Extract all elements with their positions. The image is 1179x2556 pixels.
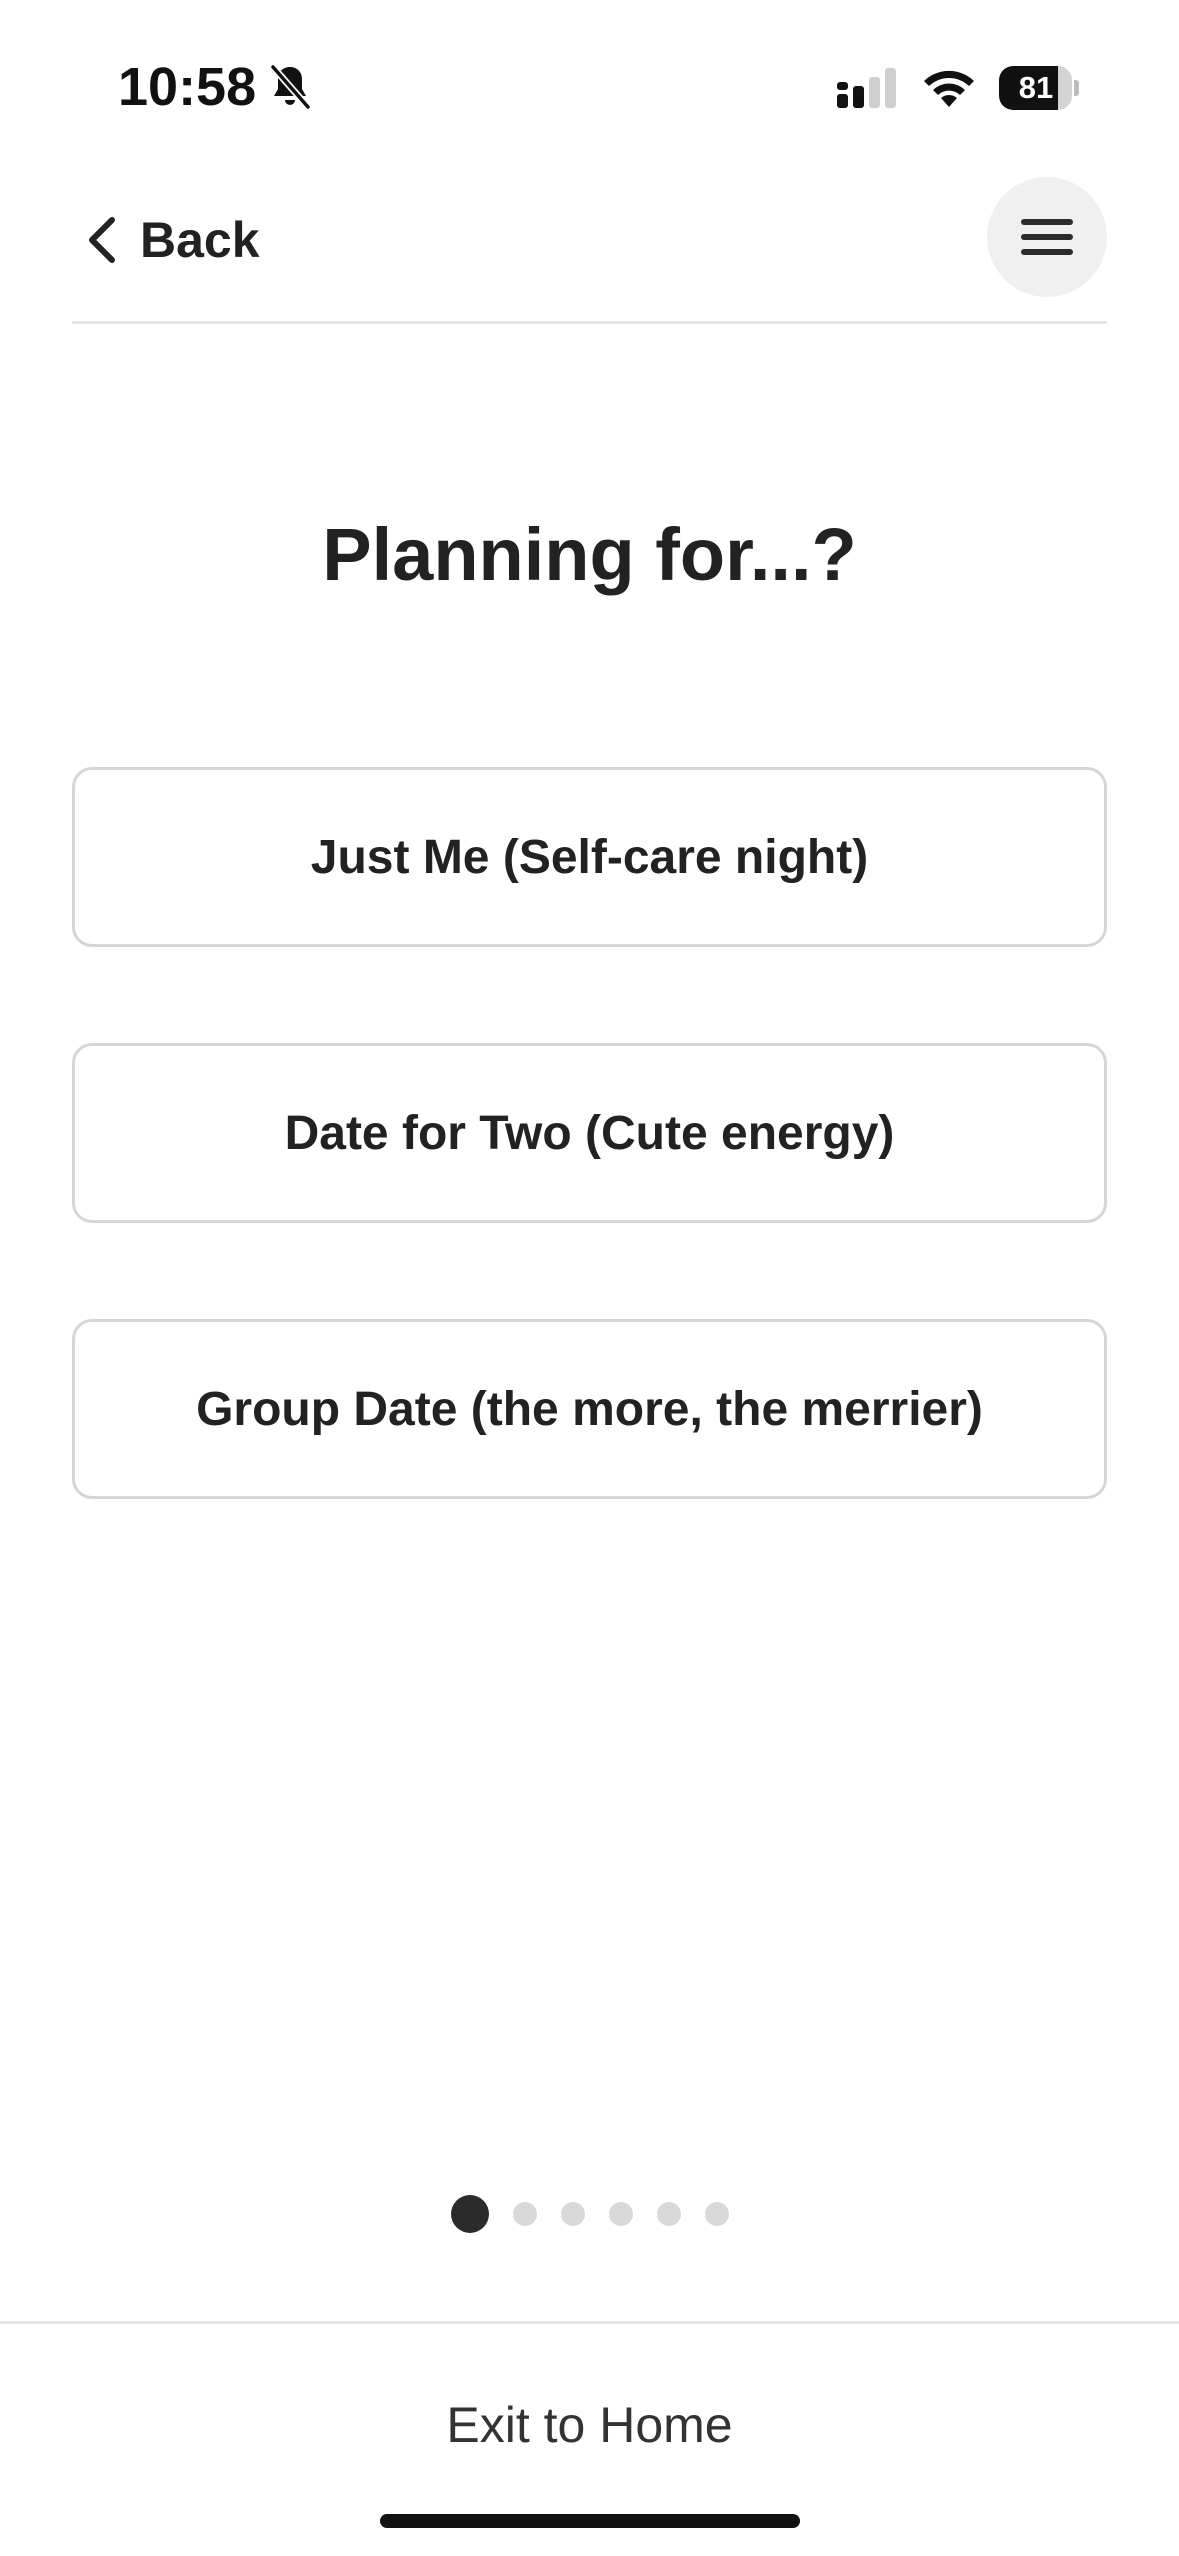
page-title: Planning for...? [322,513,857,596]
option-label: Date for Two (Cute energy) [284,1106,895,1160]
back-button[interactable]: Back [72,175,260,305]
nav-header: Back [72,175,1107,325]
pager-dot [560,2202,585,2226]
pager-dots [0,2192,1179,2236]
battery-level: 81 [1018,70,1054,105]
option-date-for-two-button[interactable]: Date for Two (Cute energy) [72,1043,1107,1223]
footer-divider [0,2321,1179,2324]
pager-dot [656,2202,681,2226]
pager-dot [512,2202,537,2226]
pager-dot [704,2202,729,2226]
battery-cap [1074,80,1079,96]
pager-dot-active [450,2195,489,2233]
battery-icon: 81 [999,66,1079,110]
exit-to-home-button[interactable]: Exit to Home [0,2380,1179,2470]
hamburger-icon [1021,219,1073,255]
wifi-icon [924,70,974,107]
status-bar: 10:58 81 [0,0,1179,160]
home-indicator [380,2514,800,2528]
cellular-signal-icon [837,68,896,108]
pager-dot [608,2202,633,2226]
bell-slash-icon [269,63,312,111]
menu-button[interactable] [987,177,1107,297]
battery-body: 81 [999,66,1073,110]
option-label: Group Date (the more, the merrier) [196,1382,983,1436]
option-just-me-button[interactable]: Just Me (Self-care night) [72,767,1107,947]
option-group-date-button[interactable]: Group Date (the more, the merrier) [72,1319,1107,1499]
chevron-left-icon [89,217,115,263]
option-label: Just Me (Self-care night) [310,830,869,884]
status-time: 10:58 [118,57,257,117]
option-list: Just Me (Self-care night) Date for Two (… [72,767,1107,1595]
back-label: Back [140,212,260,268]
status-indicators: 81 [837,60,1079,116]
header-divider [72,321,1107,324]
status-time-group: 10:58 [118,52,312,122]
